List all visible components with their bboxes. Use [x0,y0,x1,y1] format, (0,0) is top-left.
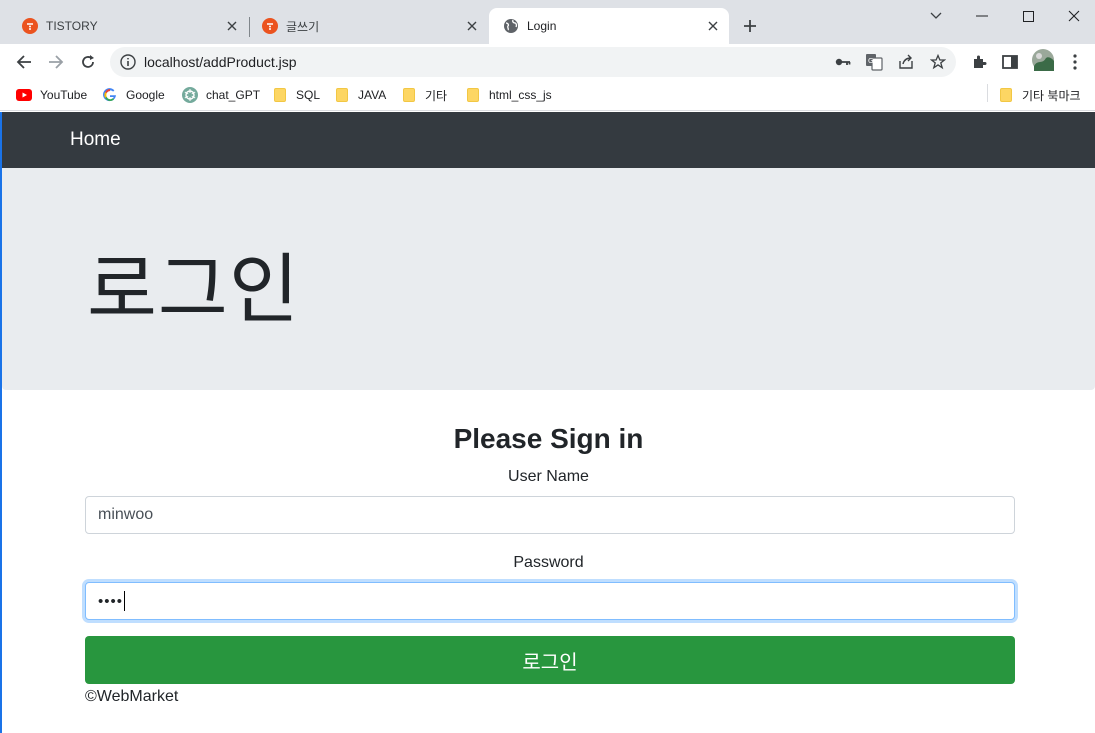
tab-write[interactable]: 글쓰기 [248,8,488,44]
new-tab-button[interactable] [738,14,762,38]
bookmark-label: Google [126,88,165,102]
tab-title: Login [527,19,557,33]
bookmarks-bar: YouTube Google chat_GPT SQL JAVA 기타 html… [0,80,1095,111]
address-bar[interactable]: localhost/addProduct.jsp [110,47,956,77]
close-tab-icon[interactable] [462,16,482,36]
bookmark-youtube[interactable]: YouTube [16,84,87,106]
password-field[interactable]: •••• [85,582,1015,620]
reload-button[interactable] [74,48,102,76]
back-button[interactable] [10,48,38,76]
site-navbar: Home [2,112,1095,168]
share-icon[interactable] [896,52,916,72]
tab-title: 글쓰기 [286,19,320,34]
close-tab-icon[interactable] [222,16,242,36]
side-panel-icon[interactable] [1000,52,1020,72]
login-button[interactable]: 로그인 [85,636,1015,684]
password-label: Password [513,554,584,571]
folder-icon [272,87,288,103]
home-link[interactable]: Home [70,129,121,151]
tab-tistory[interactable]: TISTORY [8,8,248,44]
bookmark-label: chat_GPT [206,88,261,102]
tab-login[interactable]: Login [489,8,729,44]
tab-strip: TISTORY 글쓰기 Login [0,0,1095,44]
bookmark-folder-html-css-js[interactable]: html_css_js [465,84,552,106]
page-viewport: Home 로그인 Please Sign in User Name minwoo… [0,112,1095,733]
username-value: minwoo [98,506,154,523]
bookmark-label: JAVA [358,88,387,102]
chatgpt-icon [182,87,198,103]
more-menu-icon[interactable] [1065,52,1085,72]
username-label: User Name [508,468,589,485]
bookmark-label: SQL [296,88,321,102]
page-title: 로그인 [87,248,300,333]
signin-heading: Please Sign in [453,423,644,454]
globe-icon [503,18,519,34]
folder-icon [334,87,350,103]
tab-search-button[interactable] [913,0,959,32]
tistory-icon [262,18,278,34]
translate-icon[interactable]: G [864,52,884,72]
jumbotron: 로그인 [2,168,1095,390]
svg-text:G: G [868,57,873,65]
close-tab-icon[interactable] [703,16,723,36]
address-url: localhost/addProduct.jsp [144,54,297,70]
bookmark-folder-etc[interactable]: 기타 [401,84,447,106]
info-icon[interactable] [120,54,136,70]
tab-title: TISTORY [46,19,98,33]
footer-copyright: ©WebMarket [85,688,179,705]
bookmark-star-icon[interactable] [928,52,948,72]
folder-icon [401,87,417,103]
password-value: •••• [98,592,124,610]
folder-icon [998,87,1014,103]
bookmark-folder-java[interactable]: JAVA [334,84,386,106]
bookmark-label: 기타 [425,88,448,103]
maximize-button[interactable] [1005,0,1051,32]
folder-icon [465,87,481,103]
minimize-button[interactable] [959,0,1005,32]
close-window-button[interactable] [1051,0,1095,32]
bookmark-label: 기타 북마크 [1022,88,1081,103]
bookmark-chat-gpt[interactable]: chat_GPT [182,84,260,106]
bookmark-label: html_css_js [489,88,552,102]
avatar[interactable] [1032,49,1054,71]
tistory-icon [22,18,38,34]
google-icon [102,87,118,103]
bookmark-other-folder[interactable]: 기타 북마크 [998,84,1081,106]
bookmark-folder-sql[interactable]: SQL [272,84,320,106]
extensions-icon[interactable] [969,52,989,72]
bookmarks-separator [987,84,988,102]
bookmark-google[interactable]: Google [102,84,165,106]
text-caret [124,591,126,611]
username-field[interactable]: minwoo [85,496,1015,534]
youtube-icon [16,87,32,103]
browser-toolbar: localhost/addProduct.jsp G [0,44,1095,80]
bookmark-label: YouTube [40,88,88,102]
key-icon[interactable] [833,52,853,72]
forward-button[interactable] [42,48,70,76]
